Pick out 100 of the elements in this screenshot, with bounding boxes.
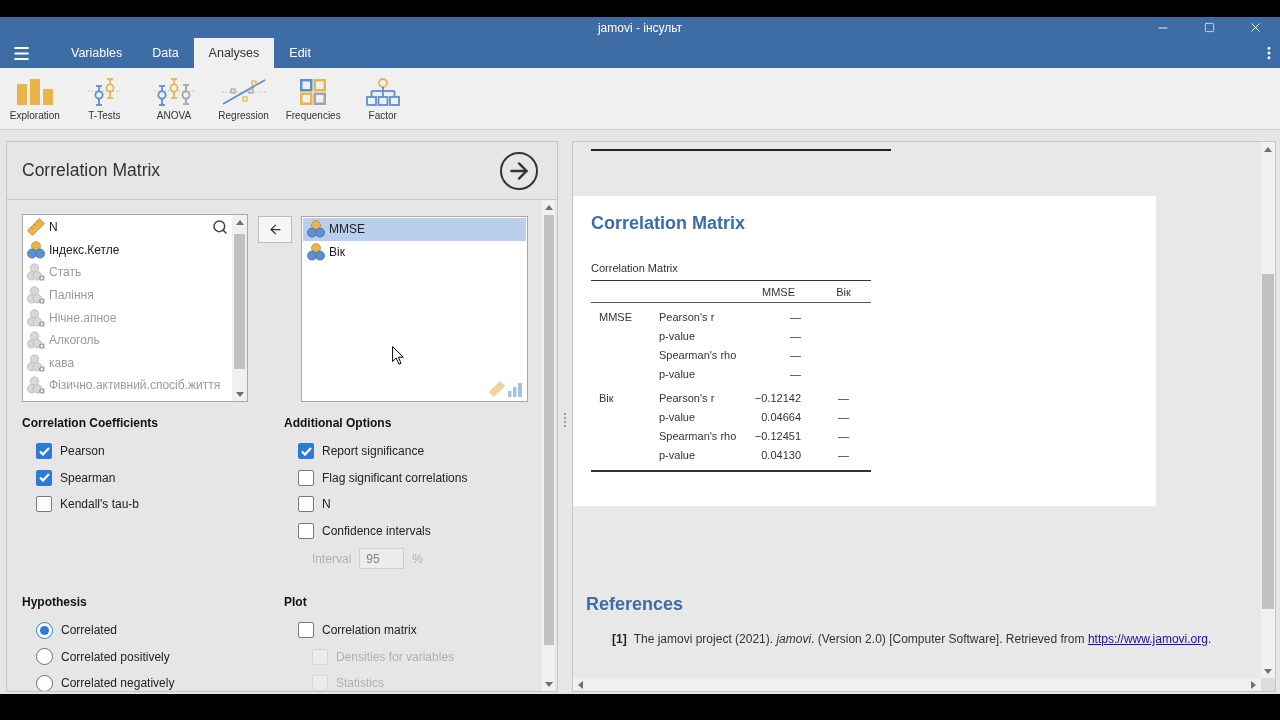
statistic-label: p-value (658, 329, 697, 344)
radio-label: Correlated positively (61, 649, 170, 664)
scrollbar[interactable] (232, 215, 247, 401)
table-cell-text: — (789, 348, 802, 363)
circles-with-letter-icon (27, 263, 45, 282)
scrollbar[interactable] (1261, 142, 1275, 678)
scatter-line-icon (221, 79, 266, 105)
circles-with-letter-icon (27, 376, 45, 395)
section-heading: Hypothesis (22, 595, 88, 610)
scrollbar-thumb[interactable] (1262, 274, 1274, 609)
variable-item[interactable]: Індекс.Кетле (23, 238, 232, 262)
scroll-up-icon[interactable] (1264, 146, 1272, 152)
checkbox[interactable] (298, 622, 314, 639)
checkmark-icon (38, 473, 50, 483)
maximize-icon[interactable] (1203, 22, 1215, 33)
checkbox-label: Kendall's tau-b (60, 497, 139, 512)
scroll-up-icon[interactable] (544, 204, 553, 210)
error-bars-icon (154, 78, 194, 106)
mouse-pointer-icon (392, 346, 404, 365)
variable-item[interactable]: N (23, 216, 232, 239)
checkbox-label: Pearson (60, 444, 105, 459)
reference-number: [1] (612, 632, 627, 646)
checkbox-label: Spearman (60, 470, 116, 485)
radio-button[interactable] (36, 648, 53, 666)
checkbox[interactable] (298, 443, 314, 460)
table-cell-text: 0.04664 (760, 410, 802, 425)
table-caption: Correlation Matrix (591, 262, 679, 276)
tab[interactable]: Analyses (193, 38, 275, 68)
section-heading: Correlation Coefficients (22, 416, 160, 431)
checkbox[interactable] (36, 496, 52, 513)
scroll-right-icon[interactable] (1251, 680, 1256, 689)
table-cell-text: — (837, 391, 850, 406)
checkbox[interactable] (36, 469, 52, 486)
radio-label: Correlated negatively (61, 676, 175, 691)
three-circles-icon (27, 240, 45, 259)
toolbar-button[interactable]: Frequencies (278, 68, 348, 129)
checkbox[interactable] (298, 469, 314, 486)
panel-title: Correlation Matrix (22, 160, 161, 181)
table-cell-text: — (837, 429, 850, 444)
toolbar-button[interactable]: Exploration (0, 68, 70, 129)
table-cell-text: — (837, 410, 850, 425)
reference-link[interactable]: https://www.jamovi.org (1087, 632, 1208, 646)
row-header: Вік (598, 391, 615, 406)
scrollbar-thumb[interactable] (234, 234, 245, 369)
move-button[interactable] (258, 216, 292, 243)
results-title: Correlation Matrix (591, 213, 747, 235)
checkbox[interactable] (298, 496, 314, 513)
radio-button[interactable] (36, 674, 53, 691)
scroll-down-icon[interactable] (1264, 668, 1272, 674)
radio-button[interactable] (36, 621, 53, 639)
statistic-label: p-value (658, 410, 697, 425)
circles-with-letter-icon (27, 308, 45, 327)
scroll-left-icon[interactable] (578, 680, 583, 689)
statistic-label: p-value (651, 446, 741, 471)
checkbox-label: Report significance (322, 444, 425, 459)
toolbar-button[interactable]: ANOVA (139, 68, 209, 129)
checkbox-label: Flag significant correlations (322, 470, 468, 485)
scroll-down-icon[interactable] (544, 681, 553, 687)
column-header: MMSE (741, 280, 816, 303)
variable-item[interactable]: MMSE (303, 218, 526, 241)
statistic-label: Pearson's r (658, 391, 716, 406)
search-icon[interactable] (212, 219, 228, 235)
toolbar-button[interactable]: Regression (208, 68, 279, 129)
ruler-icon (489, 381, 505, 397)
scroll-down-icon[interactable] (235, 391, 244, 397)
tab[interactable]: Edit (274, 38, 326, 68)
checkmark-icon (300, 446, 312, 456)
reference-text: The jamovi project (2021). jamovi. (Version 2.0) [Computer Software]. Retrieved from https://www.jamovi.org. (633, 632, 1212, 646)
section-heading: Plot (284, 595, 308, 610)
checkbox[interactable] (36, 443, 52, 460)
arrow-button[interactable] (500, 151, 538, 190)
unit-label: % (412, 551, 424, 566)
scroll-up-icon[interactable] (235, 219, 244, 225)
table-cell-text: — (789, 329, 802, 344)
hierarchy-icon (365, 78, 400, 106)
scrollbar[interactable] (542, 200, 555, 691)
circles-with-letter-icon (27, 353, 45, 372)
error-bars-icon (88, 78, 121, 106)
statistic-label: Spearman's rho (658, 348, 738, 363)
three-circles-icon (307, 220, 325, 239)
toolbar-button[interactable]: T-Tests (69, 68, 140, 129)
splitter-handle[interactable] (564, 413, 566, 427)
circles-with-letter-icon (27, 331, 45, 350)
ruler-icon (27, 218, 45, 237)
tab[interactable]: Variables (56, 38, 138, 68)
row-header: MMSE (591, 302, 651, 327)
bar-chart-icon (16, 79, 53, 105)
window-title: jamovi - інсульт (597, 20, 683, 35)
column-header: Вік (816, 280, 871, 303)
grid-squares-icon (300, 79, 327, 105)
checkbox-label: Confidence intervals (322, 523, 431, 538)
horizontal-scrollbar[interactable] (573, 678, 1261, 691)
tab[interactable]: Data (137, 38, 194, 68)
table-cell-text: −0.12142 (753, 391, 802, 406)
checkbox[interactable] (298, 522, 314, 539)
variable-item[interactable]: Вік (303, 240, 526, 264)
checkmark-icon (38, 446, 50, 456)
radio-label: Correlated (61, 623, 118, 638)
scrollbar-thumb[interactable] (543, 215, 554, 645)
toolbar-button[interactable]: Factor (347, 68, 418, 129)
